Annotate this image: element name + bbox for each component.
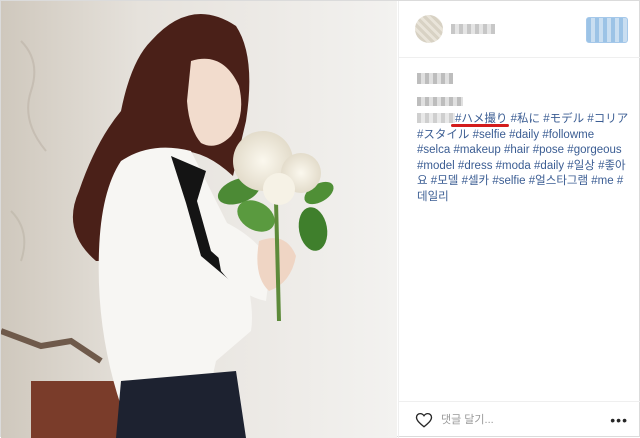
hashtag-link[interactable]: #hair (504, 144, 530, 156)
username-redacted[interactable] (451, 24, 495, 34)
post-header (399, 1, 640, 58)
caption-text: #ハメ撮り #私に #モデル #コリア #スタイル #selfie #daily… (417, 113, 628, 203)
heart-icon[interactable] (415, 411, 433, 429)
avatar[interactable] (415, 15, 443, 43)
hashtag-link[interactable]: #일상 (567, 160, 595, 172)
hashtag-link[interactable]: #model (417, 160, 455, 172)
hashtag-link[interactable]: #selfie (492, 175, 525, 187)
hashtag-link[interactable]: #コリア (587, 113, 628, 125)
hashtag-link[interactable]: #followme (542, 129, 594, 141)
hashtag-link[interactable]: #셀카 (462, 175, 490, 187)
post-sidebar: #ハメ撮り #私に #モデル #コリア #スタイル #selfie #daily… (398, 1, 640, 438)
caption: #ハメ撮り #私に #モデル #コリア #スタイル #selfie #daily… (417, 97, 629, 205)
comment-input[interactable] (441, 413, 591, 427)
instagram-post: #ハメ撮り #私に #モデル #コリア #スタイル #selfie #daily… (0, 0, 640, 438)
hashtag-link[interactable]: #スタイル (417, 129, 469, 141)
caption-author-redacted[interactable] (417, 97, 463, 106)
hashtag-link[interactable]: #pose (533, 144, 564, 156)
hashtag-link[interactable]: #selfie (473, 129, 506, 141)
hashtag-link[interactable]: #me (591, 175, 613, 187)
hashtag-link[interactable]: #dress (458, 160, 493, 172)
hashtag-link[interactable]: #selca (417, 144, 450, 156)
hashtag-link[interactable]: #moda (496, 160, 531, 172)
hashtag-link[interactable]: #私に (511, 113, 540, 125)
hashtag-link[interactable]: #daily (534, 160, 564, 172)
likes-count-redacted[interactable] (417, 73, 453, 84)
photo-image (1, 1, 397, 438)
hashtag-link[interactable]: #얼스타그램 (529, 175, 588, 187)
post-footer: ••• (399, 401, 640, 438)
hashtag-link[interactable]: #gorgeous (567, 144, 621, 156)
hashtag-link[interactable]: #모델 (431, 175, 459, 187)
follow-button[interactable] (586, 17, 628, 43)
caption-mention-redacted (417, 113, 455, 123)
post-photo[interactable] (1, 1, 397, 438)
hashtag-link[interactable]: #makeup (453, 144, 500, 156)
hashtag-link[interactable]: #ハメ撮り (455, 113, 507, 125)
hashtag-link[interactable]: #daily (509, 129, 539, 141)
hashtag-link[interactable]: #モデル (543, 113, 584, 125)
more-options-icon[interactable]: ••• (610, 412, 628, 428)
